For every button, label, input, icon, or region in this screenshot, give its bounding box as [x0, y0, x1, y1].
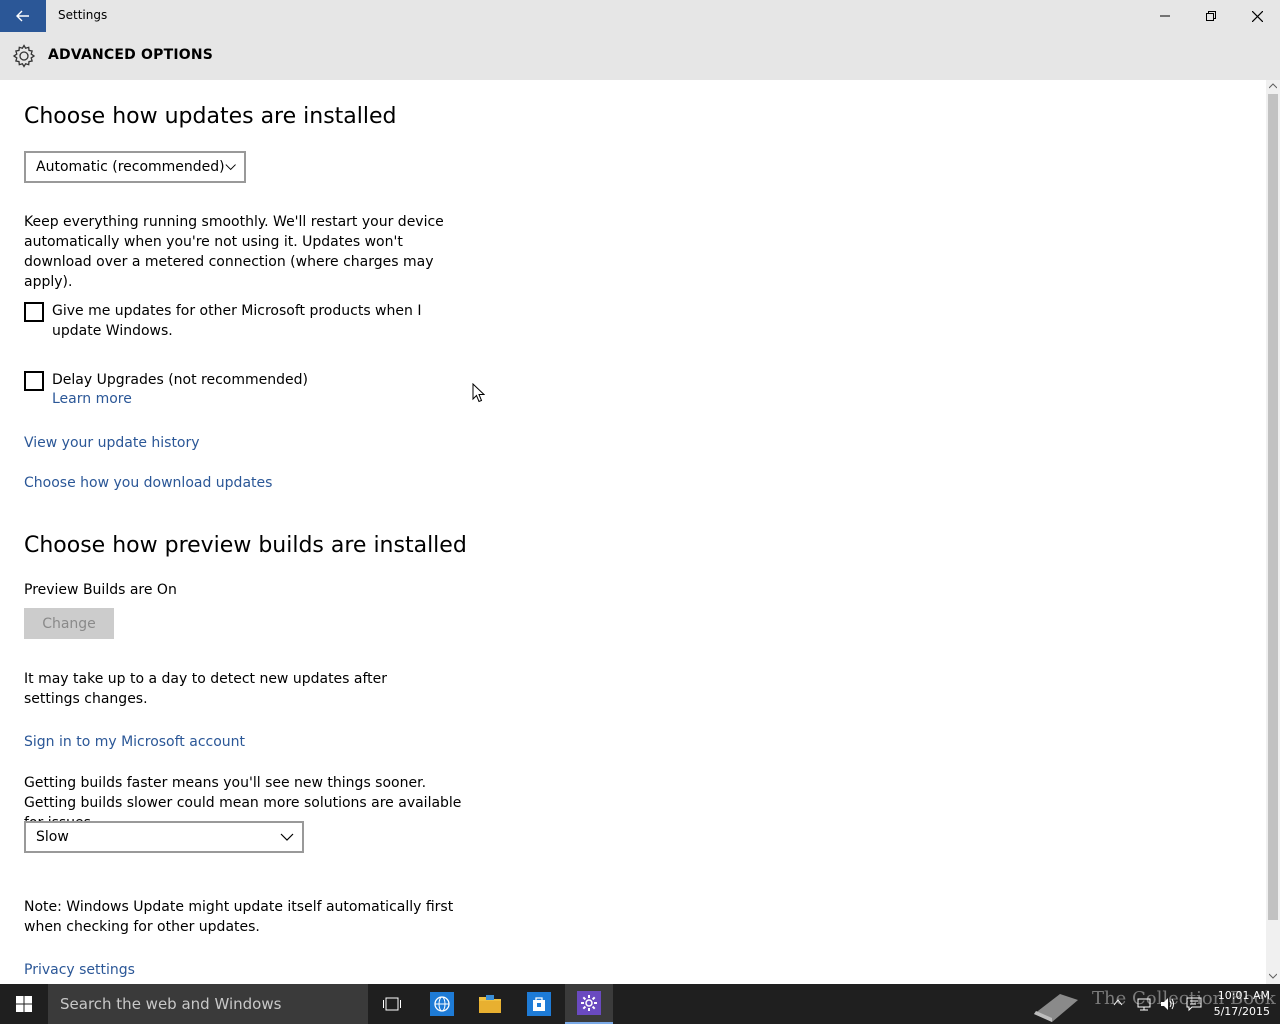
windows-logo-icon — [16, 996, 32, 1012]
minimize-icon — [1160, 15, 1170, 17]
update-history-link[interactable]: View your update history — [24, 435, 200, 451]
sign-in-link[interactable]: Sign in to my Microsoft account — [24, 734, 245, 750]
other-products-checkbox[interactable] — [24, 302, 44, 322]
taskbar-search[interactable]: Search the web and Windows — [48, 984, 368, 1024]
store-button[interactable] — [515, 984, 563, 1024]
task-view-button[interactable] — [368, 984, 416, 1024]
close-icon — [1251, 10, 1263, 22]
title-bar: Settings — [0, 0, 1280, 32]
tray-clock[interactable]: 10:01 AM 5/17/2015 — [1210, 988, 1270, 1020]
updates-heading: Choose how updates are installed — [24, 104, 397, 129]
scroll-down-icon[interactable] — [1269, 973, 1277, 979]
file-explorer-button[interactable] — [466, 984, 514, 1024]
gear-icon — [12, 44, 36, 68]
network-icon[interactable] — [1136, 996, 1152, 1012]
back-button[interactable] — [0, 0, 46, 32]
preview-status: Preview Builds are On — [24, 582, 177, 598]
taskbar: Search the web and Windows The Collectio… — [0, 984, 1280, 1024]
start-button[interactable] — [0, 984, 48, 1024]
volume-icon[interactable] — [1160, 996, 1176, 1012]
download-updates-link[interactable]: Choose how you download updates — [24, 475, 272, 491]
chevron-down-icon — [225, 164, 236, 171]
page-header: ADVANCED OPTIONS — [0, 32, 1280, 80]
scrollbar-thumb[interactable] — [1268, 94, 1278, 920]
restore-button[interactable] — [1188, 0, 1234, 32]
task-view-icon — [383, 997, 401, 1011]
scroll-up-icon[interactable] — [1269, 83, 1277, 89]
page-title: ADVANCED OPTIONS — [48, 47, 214, 63]
change-button[interactable]: Change — [24, 608, 114, 639]
vertical-scrollbar[interactable] — [1266, 80, 1280, 984]
preview-heading: Choose how preview builds are installed — [24, 533, 467, 558]
store-bag-icon — [527, 992, 551, 1016]
delay-upgrades-checkbox[interactable] — [24, 371, 44, 391]
browser-button[interactable] — [418, 984, 466, 1024]
book-logo-icon — [1034, 994, 1078, 1022]
insider-ring-dropdown[interactable]: Slow — [24, 821, 304, 853]
insider-ring-value: Slow — [36, 829, 69, 845]
restore-icon — [1206, 11, 1216, 21]
install-mode-dropdown[interactable]: Automatic (recommended) — [24, 151, 246, 183]
detect-note: It may take up to a day to detect new up… — [24, 671, 388, 707]
folder-icon — [479, 995, 501, 1013]
other-products-label: Give me updates for other Microsoft prod… — [52, 303, 422, 339]
close-button[interactable] — [1234, 0, 1280, 32]
privacy-settings-link[interactable]: Privacy settings — [24, 962, 135, 978]
mouse-cursor-icon — [472, 383, 485, 403]
back-arrow-icon — [16, 10, 29, 22]
chevron-up-icon[interactable] — [1113, 998, 1123, 1006]
update-note: Note: Windows Update might update itself… — [24, 899, 454, 935]
delay-upgrades-label: Delay Upgrades (not recommended) — [52, 372, 308, 388]
learn-more-link[interactable]: Learn more — [52, 391, 132, 407]
window-title: Settings — [58, 8, 108, 22]
tray-time: 10:01 AM — [1217, 989, 1270, 1002]
action-center-icon[interactable] — [1186, 996, 1202, 1012]
settings-taskbar-button[interactable] — [565, 984, 613, 1024]
minimize-button[interactable] — [1142, 0, 1188, 32]
tray-date: 5/17/2015 — [1213, 1005, 1270, 1018]
install-mode-value: Automatic (recommended) — [36, 159, 225, 175]
chevron-down-icon — [280, 833, 294, 841]
gear-icon — [577, 991, 601, 1015]
updates-description: Keep everything running smoothly. We'll … — [24, 214, 444, 290]
settings-content: Choose how updates are installed Automat… — [0, 80, 1266, 984]
browser-globe-icon — [430, 992, 454, 1016]
